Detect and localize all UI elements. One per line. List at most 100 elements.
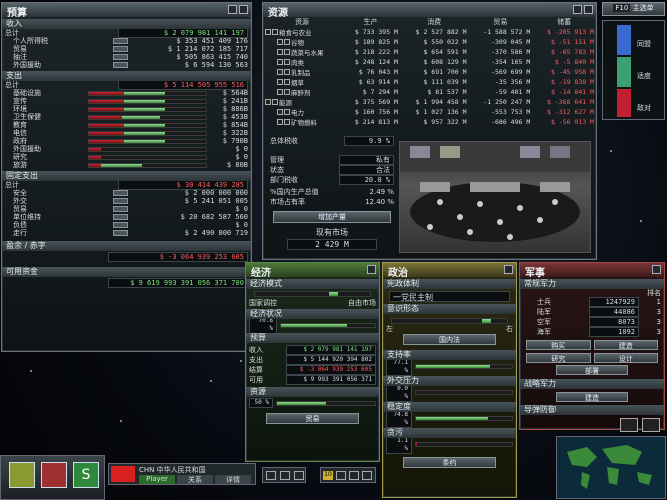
budget-title-bar[interactable]: 预算 xyxy=(2,3,251,19)
checkbox-icon[interactable] xyxy=(277,109,283,115)
economy-shortcut-icon[interactable]: S xyxy=(73,462,99,488)
relation-tab[interactable]: 关系 xyxy=(177,475,213,484)
search-icon[interactable] xyxy=(280,471,290,480)
expense-slider[interactable] xyxy=(88,138,207,144)
minimap[interactable] xyxy=(556,436,666,499)
column-header[interactable]: 生产 xyxy=(341,17,400,27)
checkbox-icon[interactable] xyxy=(277,89,283,95)
tax-value[interactable]: 9.9 % xyxy=(344,136,394,146)
domestic-law-button[interactable]: 国内法 xyxy=(403,334,496,345)
window-icon[interactable] xyxy=(266,471,276,480)
expand-icon[interactable] xyxy=(284,79,290,85)
increase-production-button[interactable]: 增加产量 xyxy=(273,211,391,223)
adjust-button[interactable] xyxy=(113,46,128,52)
checkbox-icon[interactable] xyxy=(265,99,271,105)
build-strategic-button[interactable]: 建造 xyxy=(556,392,628,402)
resource-row[interactable]: 肉类 $ 248 124 M $ 608 129 M -354 165 M $ -5 8… xyxy=(263,57,596,67)
expense-slider[interactable] xyxy=(88,154,207,160)
expand-icon[interactable] xyxy=(284,89,290,95)
column-header[interactable]: 贸易 xyxy=(469,17,533,27)
adjust-button[interactable] xyxy=(113,62,128,68)
expand-icon[interactable] xyxy=(284,119,290,125)
close-icon[interactable] xyxy=(239,5,248,14)
adjust-button[interactable] xyxy=(113,214,128,220)
adjust-button[interactable] xyxy=(113,222,128,228)
expense-slider[interactable] xyxy=(88,114,207,120)
economy-title-bar[interactable]: 经济 xyxy=(246,263,379,279)
military-title-bar[interactable]: 军事 xyxy=(520,263,664,279)
resource-row[interactable]: 蔬菜与水果 $ 218 222 M $ 654 591 M -370 586 M $ -… xyxy=(263,47,596,57)
adjust-button[interactable] xyxy=(113,190,128,196)
resource-row[interactable]: 粮食与农业 $ 733 395 M $ 2 527 882 M -1 588 572 … xyxy=(263,27,596,37)
minimize-icon[interactable] xyxy=(573,5,582,14)
expense-slider[interactable] xyxy=(88,90,207,96)
close-icon[interactable] xyxy=(584,5,593,14)
resource-row[interactable]: 谷物 $ 189 825 M $ 550 022 M -309 045 M $ -51 … xyxy=(263,37,596,47)
ideology-slider[interactable] xyxy=(391,318,508,324)
expand-icon[interactable] xyxy=(284,69,290,75)
resource-row[interactable]: 矿物燃料 $ 214 813 M $ 957 322 M -686 496 M $ -5… xyxy=(263,117,596,127)
checkbox-icon[interactable] xyxy=(277,79,283,85)
checkbox-icon[interactable] xyxy=(277,59,283,65)
dept-tax-value[interactable]: 20.0 % xyxy=(339,175,394,185)
resources-title-bar[interactable]: 资源 xyxy=(263,3,596,19)
adjust-button[interactable] xyxy=(113,38,128,44)
build-button[interactable]: 建造 xyxy=(593,340,658,350)
close-icon[interactable] xyxy=(367,265,376,274)
column-header[interactable]: 储蓄 xyxy=(532,17,596,27)
expand-icon[interactable] xyxy=(284,59,290,65)
checkbox-icon[interactable] xyxy=(277,69,283,75)
expand-icon[interactable] xyxy=(272,99,278,105)
detail-tab[interactable]: 详情 xyxy=(215,475,251,484)
main-menu-button[interactable]: F10 主选单 xyxy=(602,2,665,16)
design-button[interactable]: 设计 xyxy=(593,353,658,363)
politics-title-bar[interactable]: 政治 xyxy=(383,263,516,279)
play-icon[interactable] xyxy=(349,471,359,480)
adjust-button[interactable] xyxy=(113,54,128,60)
minimize-icon[interactable] xyxy=(228,5,237,14)
adjust-button[interactable] xyxy=(113,230,128,236)
mgmt-select[interactable]: 私有 xyxy=(339,155,394,165)
checkbox-icon[interactable] xyxy=(265,29,271,35)
resource-row[interactable]: 电力 $ 160 756 M $ 1 027 136 M -553 753 M $ -3… xyxy=(263,107,596,117)
state-select[interactable]: 合法 xyxy=(339,165,394,175)
adjust-button[interactable] xyxy=(113,198,128,204)
military-shortcut-icon[interactable] xyxy=(41,462,67,488)
expense-slider[interactable] xyxy=(88,98,207,104)
close-icon[interactable] xyxy=(504,265,513,274)
resource-row[interactable]: 乳制品 $ 76 043 M $ 691 700 M -569 699 M $ -45 … xyxy=(263,67,596,77)
game-speed[interactable]: 10 xyxy=(323,471,333,480)
checkbox-icon[interactable] xyxy=(277,119,283,125)
column-header[interactable]: 消费 xyxy=(400,17,469,27)
research-button[interactable]: 研究 xyxy=(526,353,591,363)
fast-forward-icon[interactable] xyxy=(362,471,372,480)
expand-icon[interactable] xyxy=(284,39,290,45)
minimap-lock-icon[interactable] xyxy=(620,418,638,432)
minimap-mode-icon[interactable] xyxy=(642,418,660,432)
expense-slider[interactable] xyxy=(88,130,207,136)
expand-icon[interactable] xyxy=(272,29,278,35)
constitution-select[interactable]: 一党民主制 xyxy=(389,291,510,302)
econ-mode-slider[interactable] xyxy=(254,291,371,297)
trade-button[interactable]: 贸易 xyxy=(266,413,359,424)
checkbox-icon[interactable] xyxy=(277,39,283,45)
expand-icon[interactable] xyxy=(284,49,290,55)
expense-slider[interactable] xyxy=(88,122,207,128)
expense-slider[interactable] xyxy=(88,146,207,152)
expand-icon[interactable] xyxy=(284,109,290,115)
close-icon[interactable] xyxy=(652,265,661,274)
resource-row[interactable]: 麻醉剂 $ 7 294 M $ 81 537 M -59 401 M $ -14 841… xyxy=(263,87,596,97)
resource-row[interactable]: 能源 $ 375 569 M $ 1 994 458 M -1 250 247 M $ … xyxy=(263,97,596,107)
pause-icon[interactable] xyxy=(336,471,346,480)
player-tab[interactable]: Player xyxy=(139,475,175,484)
buy-button[interactable]: 购买 xyxy=(526,340,591,350)
checkbox-icon[interactable] xyxy=(277,49,283,55)
expense-slider[interactable] xyxy=(88,106,207,112)
treaty-button[interactable]: 条约 xyxy=(403,457,496,468)
expense-slider[interactable] xyxy=(88,162,207,168)
politics-shortcut-icon[interactable] xyxy=(9,462,35,488)
adjust-button[interactable] xyxy=(113,206,128,212)
resource-row[interactable]: 烟草 $ 63 914 M $ 111 039 M -35 356 M $ -19 83… xyxy=(263,77,596,87)
mail-icon[interactable] xyxy=(294,471,304,480)
deploy-button[interactable]: 部署 xyxy=(556,365,628,375)
